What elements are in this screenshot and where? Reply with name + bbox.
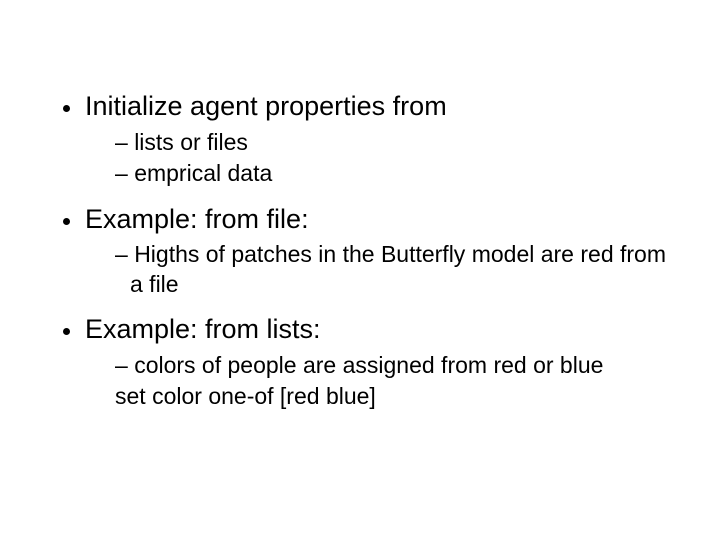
- bullet-item: Initialize agent properties from lists o…: [83, 90, 675, 189]
- bullet-list: Initialize agent properties from lists o…: [45, 90, 675, 412]
- sub-item: emprical data: [115, 159, 675, 188]
- slide: Initialize agent properties from lists o…: [0, 0, 720, 540]
- bullet-item: Example: from file: Higths of patches in…: [83, 203, 675, 300]
- bullet-item: Example: from lists: colors of people ar…: [83, 313, 675, 412]
- sub-item: colors of people are assigned from red o…: [115, 351, 675, 380]
- sub-list: Higths of patches in the Butterfly model…: [85, 240, 675, 299]
- sub-list: colors of people are assigned from red o…: [85, 351, 675, 412]
- sub-item: lists or files: [115, 128, 675, 157]
- sub-item: Higths of patches in the Butterfly model…: [115, 240, 675, 299]
- sub-list: lists or files emprical data: [85, 128, 675, 189]
- sub-item: set color one-of [red blue]: [115, 382, 675, 411]
- bullet-text: Initialize agent properties from: [85, 91, 447, 121]
- bullet-text: Example: from file:: [85, 204, 309, 234]
- bullet-text: Example: from lists:: [85, 314, 321, 344]
